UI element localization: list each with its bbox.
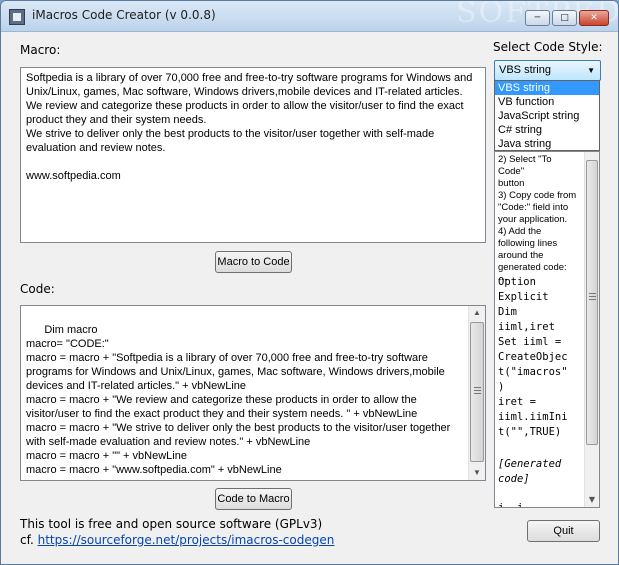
grip-line: [474, 387, 481, 388]
grip-line: [589, 299, 596, 300]
help-instructions: 2) Select "To Code" button 3) Copy code …: [498, 154, 577, 285]
scroll-down-icon[interactable]: ▼: [585, 493, 599, 507]
macro-label: Macro:: [20, 43, 61, 57]
source-link-row: cf. https://sourceforge.net/projects/ima…: [20, 533, 334, 547]
style-option[interactable]: C# string: [495, 123, 599, 137]
minimize-icon[interactable]: ─: [525, 10, 550, 26]
help-generated: [Generated code]: [498, 458, 562, 485]
quit-button[interactable]: Quit: [527, 520, 600, 542]
code-text: Dim macro macro= "CODE:" macro = macro +…: [26, 324, 451, 476]
macro-textarea[interactable]: Softpedia is a library of over 70,000 fr…: [20, 67, 486, 243]
style-option[interactable]: JavaScript string: [495, 109, 599, 123]
help-trailing: i i: [498, 502, 524, 508]
app-icon: [9, 9, 25, 25]
grip-line: [589, 293, 596, 294]
scroll-thumb[interactable]: [586, 160, 598, 445]
cf-label: cf.: [20, 533, 34, 547]
maximize-icon[interactable]: □: [552, 10, 577, 26]
help-code-lines: Option Explicit Dim iiml,iret Set iiml =…: [498, 276, 568, 438]
select-style-label: Select Code Style:: [493, 40, 603, 54]
macro-to-code-button[interactable]: Macro to Code: [215, 251, 292, 273]
style-option[interactable]: Java string: [495, 137, 599, 151]
selected-style: VBS string: [499, 64, 551, 76]
chevron-down-icon[interactable]: ▼: [587, 61, 595, 80]
code-style-select[interactable]: VBS string ▼: [494, 60, 601, 81]
style-option[interactable]: VB function: [495, 95, 599, 109]
scroll-down-icon[interactable]: ▼: [469, 466, 485, 480]
help-scrollbar[interactable]: ▼: [584, 152, 599, 507]
grip-line: [474, 393, 481, 394]
window-title: iMacros Code Creator (v 0.0.8): [32, 8, 216, 22]
license-text: This tool is free and open source softwa…: [20, 517, 323, 531]
close-icon[interactable]: ✕: [579, 10, 609, 26]
scroll-up-icon[interactable]: ▲: [469, 306, 485, 320]
code-label: Code:: [20, 282, 55, 296]
code-to-macro-button[interactable]: Code to Macro: [215, 488, 292, 510]
grip-line: [589, 296, 596, 297]
code-textarea[interactable]: Dim macro macro= "CODE:" macro = macro +…: [20, 305, 486, 481]
source-link[interactable]: https://sourceforge.net/projects/imacros…: [38, 533, 335, 547]
help-textarea[interactable]: 2) Select "To Code" button 3) Copy code …: [494, 151, 600, 508]
style-option[interactable]: VBS string: [495, 81, 599, 95]
grip-line: [474, 390, 481, 391]
scroll-thumb[interactable]: [470, 322, 484, 462]
code-scrollbar[interactable]: ▲ ▼: [468, 306, 485, 480]
title-bar[interactable]: iMacros Code Creator (v 0.0.8) SOFTPEDIA…: [1, 1, 618, 32]
code-style-dropdown: VBS string VB function JavaScript string…: [494, 80, 600, 151]
main-window: iMacros Code Creator (v 0.0.8) SOFTPEDIA…: [0, 0, 619, 565]
